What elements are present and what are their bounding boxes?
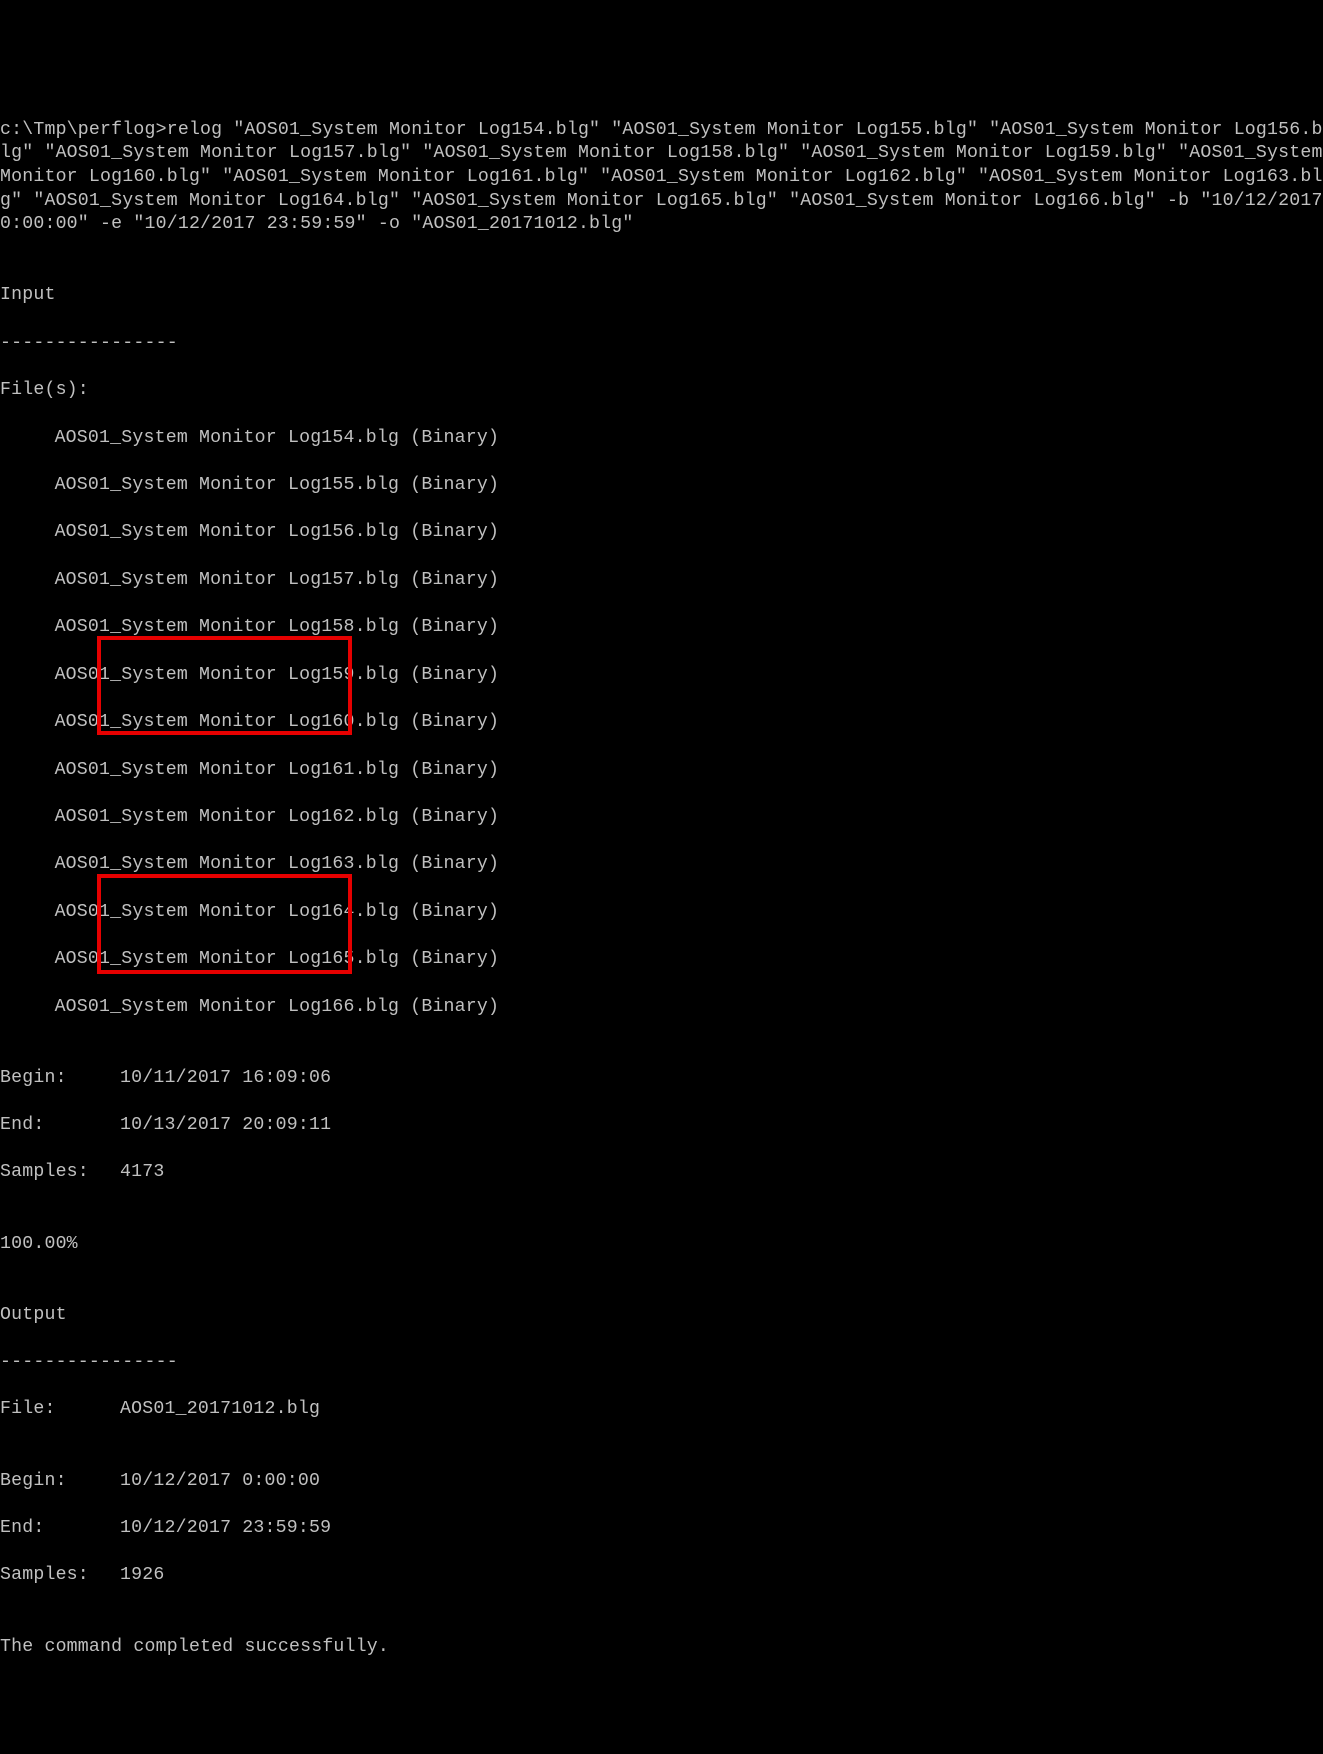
input-samples: Samples:4173 <box>0 1161 1323 1185</box>
input-file: AOS01_System Monitor Log165.blg (Binary) <box>0 948 1323 972</box>
value: 1926 <box>120 1565 164 1585</box>
input-file: AOS01_System Monitor Log163.blg (Binary) <box>0 853 1323 877</box>
label: File: <box>0 1398 120 1422</box>
label: End: <box>0 1114 120 1138</box>
value: AOS01_20171012.blg <box>120 1399 320 1419</box>
input-file: AOS01_System Monitor Log155.blg (Binary) <box>0 474 1323 498</box>
command-text: relog "AOS01_System Monitor Log154.blg" … <box>0 120 1323 235</box>
output-heading: Output <box>0 1304 1323 1328</box>
input-file: AOS01_System Monitor Log159.blg (Binary) <box>0 664 1323 688</box>
input-file: AOS01_System Monitor Log160.blg (Binary) <box>0 711 1323 735</box>
output-begin: Begin:10/12/2017 0:00:00 <box>0 1470 1323 1494</box>
output-end: End:10/12/2017 23:59:59 <box>0 1517 1323 1541</box>
input-begin: Begin:10/11/2017 16:09:06 <box>0 1067 1323 1091</box>
label: Samples: <box>0 1161 120 1185</box>
input-heading: Input <box>0 284 1323 308</box>
divider: ---------------- <box>0 332 1323 356</box>
output-samples: Samples:1926 <box>0 1564 1323 1588</box>
input-file: AOS01_System Monitor Log164.blg (Binary) <box>0 901 1323 925</box>
input-file: AOS01_System Monitor Log158.blg (Binary) <box>0 616 1323 640</box>
output-file: File:AOS01_20171012.blg <box>0 1398 1323 1422</box>
input-file: AOS01_System Monitor Log162.blg (Binary) <box>0 806 1323 830</box>
label: Begin: <box>0 1470 120 1494</box>
value: 10/13/2017 20:09:11 <box>120 1115 331 1135</box>
terminal-output[interactable]: c:\Tmp\perflog>relog "AOS01_System Monit… <box>0 95 1323 1030</box>
divider: ---------------- <box>0 1351 1323 1375</box>
input-file: AOS01_System Monitor Log161.blg (Binary) <box>0 759 1323 783</box>
label: Samples: <box>0 1564 120 1588</box>
value: 10/11/2017 16:09:06 <box>120 1068 331 1088</box>
input-file: AOS01_System Monitor Log166.blg (Binary) <box>0 996 1323 1020</box>
label: Begin: <box>0 1067 120 1091</box>
success-message: The command completed successfully. <box>0 1636 1323 1660</box>
command-line: c:\Tmp\perflog>relog "AOS01_System Monit… <box>0 119 1323 238</box>
input-end: End:10/13/2017 20:09:11 <box>0 1114 1323 1138</box>
input-file: AOS01_System Monitor Log157.blg (Binary) <box>0 569 1323 593</box>
value: 10/12/2017 0:00:00 <box>120 1471 320 1491</box>
input-file: AOS01_System Monitor Log156.blg (Binary) <box>0 521 1323 545</box>
prompt: c:\Tmp\perflog> <box>0 120 167 140</box>
percent-complete: 100.00% <box>0 1233 1323 1257</box>
label: End: <box>0 1517 120 1541</box>
value: 10/12/2017 23:59:59 <box>120 1518 331 1538</box>
input-file: AOS01_System Monitor Log154.blg (Binary) <box>0 427 1323 451</box>
files-heading: File(s): <box>0 379 1323 403</box>
value: 4173 <box>120 1162 164 1182</box>
